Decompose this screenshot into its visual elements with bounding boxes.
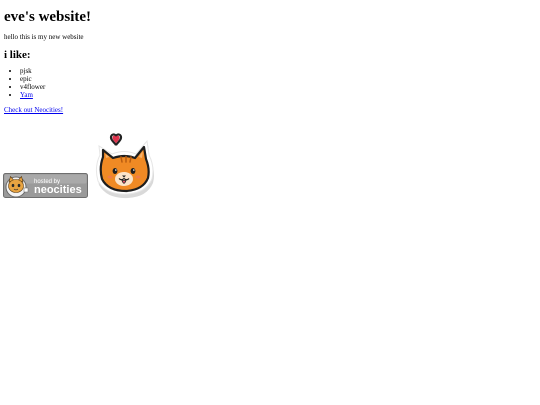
page-title: eve's website! xyxy=(4,9,92,25)
badge-big-text: neocities xyxy=(34,184,82,196)
list-item: pjsk xyxy=(20,67,536,75)
neocities-link[interactable]: Check out Neocities! xyxy=(4,106,63,114)
neocities-paragraph: Check out Neocities! xyxy=(4,106,536,115)
orange-cat-sticker-icon xyxy=(95,133,154,199)
hosted-by-neocities-badge[interactable]: hosted by neocities xyxy=(3,173,88,198)
page-content: eve's website! hello this is my new webs… xyxy=(0,9,540,115)
list-item: epic xyxy=(20,75,536,83)
list-item: v4flower xyxy=(20,83,536,91)
intro-text: hello this is my new website xyxy=(4,33,84,41)
neocities-badge-image: hosted by neocities xyxy=(3,173,88,198)
yam-link[interactable]: Yam xyxy=(20,91,33,99)
likes-list: pjsk epic v4flower Yam xyxy=(4,67,536,99)
list-item: Yam xyxy=(20,91,536,99)
badges-area: hosted by neocities xyxy=(3,131,163,201)
likes-heading: i like: xyxy=(4,49,31,61)
heart-icon xyxy=(109,133,123,146)
